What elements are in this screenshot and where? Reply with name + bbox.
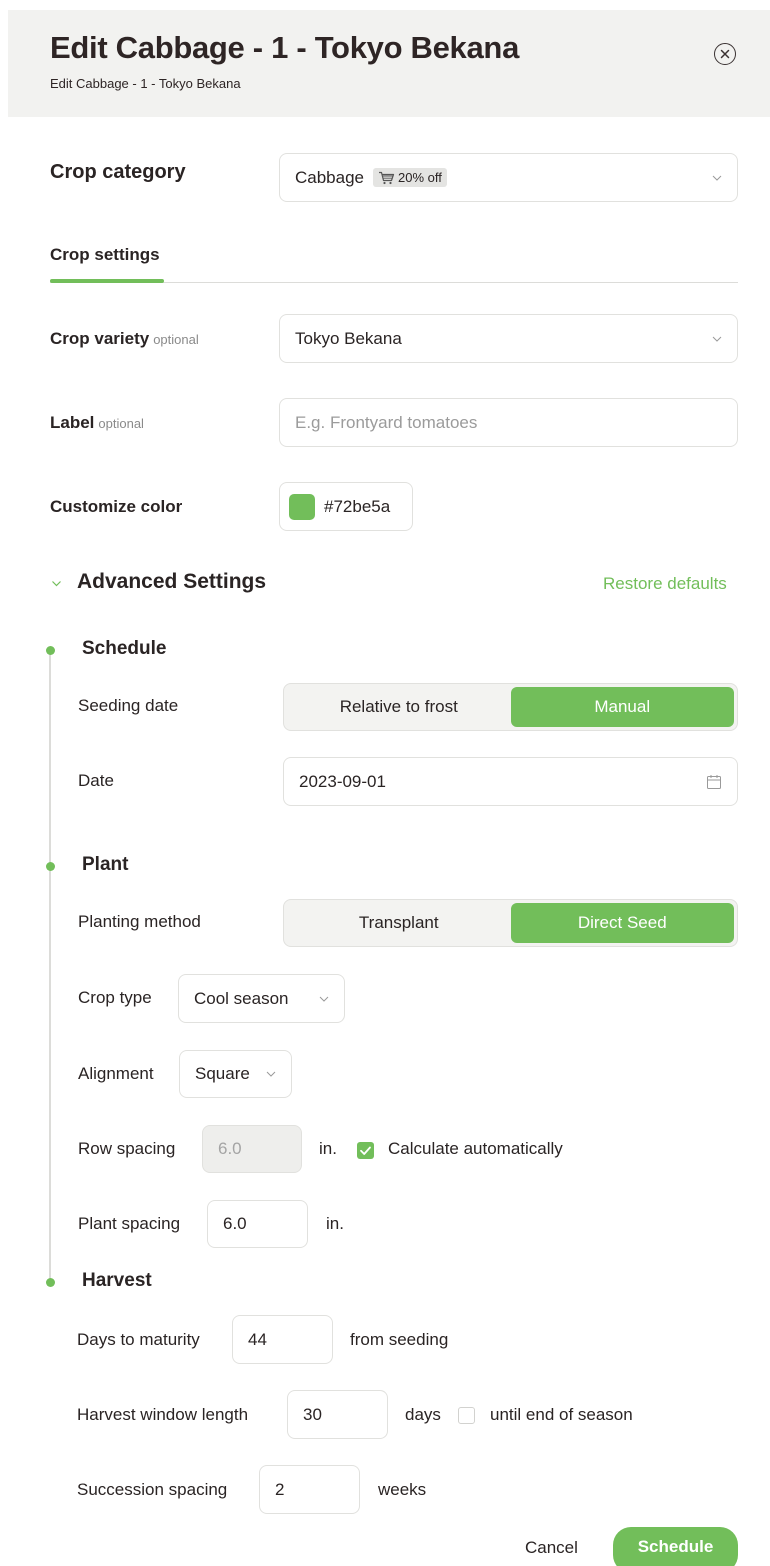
alignment-label: Alignment	[78, 1064, 154, 1083]
crop-type-label: Crop type	[78, 988, 152, 1007]
planting-method-label: Planting method	[78, 912, 201, 931]
row-spacing-label: Row spacing	[78, 1139, 176, 1158]
harvest-window-unit: days	[405, 1405, 441, 1424]
label-field-label-text: Label	[50, 413, 95, 432]
date-label: Date	[78, 771, 114, 790]
section-title-schedule: Schedule	[82, 638, 167, 659]
crop-category-value: Cabbage	[295, 167, 365, 187]
crop-category-label: Crop category	[50, 161, 186, 183]
planting-method-toggle: Transplant Direct Seed	[283, 899, 738, 947]
color-swatch	[289, 493, 315, 520]
row-spacing-input[interactable]: 6.0	[202, 1125, 302, 1173]
optional-hint: optional	[98, 416, 144, 431]
plant-spacing-unit: in.	[326, 1214, 344, 1233]
plant-spacing-label: Plant spacing	[78, 1214, 181, 1233]
crop-category-select[interactable]: Cabbage 20% off	[279, 153, 738, 202]
timeline-dot-harvest	[46, 1278, 55, 1287]
color-value: #72be5a	[324, 496, 391, 516]
customize-color-label: Customize color	[50, 497, 183, 516]
cancel-button[interactable]: Cancel	[525, 1538, 578, 1558]
chevron-down-icon	[265, 1068, 277, 1080]
advanced-settings-toggle[interactable]: Advanced Settings	[77, 570, 266, 594]
row-spacing-unit: in.	[319, 1139, 337, 1158]
date-input[interactable]: 2023-09-01	[283, 757, 738, 806]
seeding-date-toggle: Relative to frost Manual	[283, 683, 738, 731]
succession-spacing-label: Succession spacing	[77, 1480, 228, 1499]
alignment-value: Square	[195, 1064, 250, 1083]
section-title-harvest: Harvest	[82, 1270, 152, 1291]
seeding-date-label: Seeding date	[78, 696, 179, 715]
until-end-of-season-label[interactable]: until end of season	[490, 1405, 633, 1425]
section-title-plant: Plant	[82, 854, 129, 875]
seeding-date-manual-option[interactable]: Manual	[510, 687, 734, 727]
timeline-dot-schedule	[46, 646, 55, 655]
crop-variety-label-text: Crop variety	[50, 329, 150, 348]
chevron-down-icon[interactable]	[50, 577, 63, 590]
label-input-placeholder: E.g. Frontyard tomatoes	[295, 412, 478, 432]
timeline-dot-plant	[46, 862, 55, 871]
discount-badge: 20% off	[373, 168, 447, 187]
alignment-select[interactable]: Square	[179, 1050, 292, 1098]
tab-active-indicator	[50, 279, 164, 283]
succession-spacing-input[interactable]: 2	[259, 1465, 360, 1514]
date-value: 2023-09-01	[299, 771, 386, 791]
cart-icon	[379, 171, 395, 184]
discount-badge-text: 20% off	[398, 170, 442, 185]
chevron-down-icon	[711, 333, 723, 345]
restore-defaults-link[interactable]: Restore defaults	[603, 574, 727, 594]
planting-method-direct-seed-option[interactable]: Direct Seed	[510, 903, 734, 943]
crop-variety-value: Tokyo Bekana	[295, 328, 402, 348]
chevron-down-icon	[711, 172, 723, 184]
crop-type-value: Cool season	[194, 988, 289, 1008]
days-to-maturity-input[interactable]: 44	[232, 1315, 333, 1364]
seeding-date-relative-option[interactable]: Relative to frost	[287, 687, 511, 727]
crop-variety-select[interactable]: Tokyo Bekana	[279, 314, 738, 363]
timeline-line	[49, 650, 51, 1282]
modal-title: Edit Cabbage - 1 - Tokyo Bekana	[50, 30, 520, 65]
days-to-maturity-suffix: from seeding	[350, 1330, 449, 1349]
modal-header: Edit Cabbage - 1 - Tokyo Bekana Edit Cab…	[8, 10, 770, 117]
check-icon	[360, 1146, 371, 1155]
close-button[interactable]	[714, 43, 736, 65]
calculate-automatically-checkbox[interactable]	[357, 1142, 374, 1159]
chevron-down-icon	[318, 993, 330, 1005]
crop-variety-label: Crop variety optional	[50, 329, 199, 349]
label-field-label: Label optional	[50, 413, 144, 433]
schedule-button[interactable]: Schedule	[613, 1527, 738, 1566]
harvest-window-label: Harvest window length	[77, 1405, 249, 1424]
until-end-of-season-checkbox[interactable]	[458, 1407, 475, 1424]
succession-spacing-unit: weeks	[378, 1480, 427, 1499]
harvest-window-input[interactable]: 30	[287, 1390, 388, 1439]
planting-method-transplant-option[interactable]: Transplant	[287, 903, 511, 943]
optional-hint: optional	[153, 332, 199, 347]
close-icon	[720, 49, 730, 59]
tab-crop-settings[interactable]: Crop settings	[50, 245, 160, 265]
color-picker[interactable]: #72be5a	[279, 482, 413, 531]
modal-subtitle: Edit Cabbage - 1 - Tokyo Bekana	[50, 76, 241, 91]
label-input[interactable]: E.g. Frontyard tomatoes	[279, 398, 738, 447]
calculate-automatically-label[interactable]: Calculate automatically	[388, 1139, 563, 1159]
days-to-maturity-label: Days to maturity	[77, 1330, 200, 1349]
plant-spacing-input[interactable]: 6.0	[207, 1200, 308, 1248]
crop-type-select[interactable]: Cool season	[178, 974, 345, 1023]
calendar-icon[interactable]	[706, 774, 722, 790]
